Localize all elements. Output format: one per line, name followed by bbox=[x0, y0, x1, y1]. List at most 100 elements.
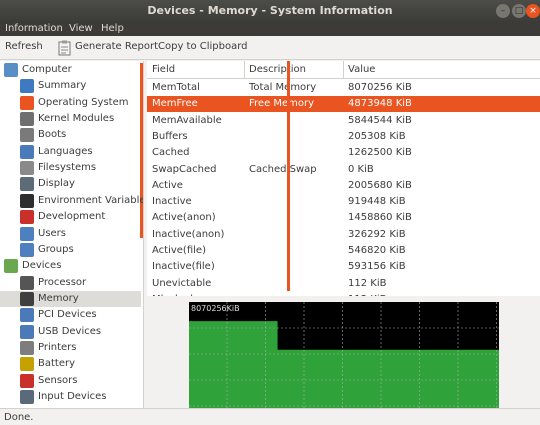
cell-field: MemFree bbox=[152, 98, 198, 110]
maximize-icon[interactable]: □ bbox=[512, 4, 526, 18]
sidebar-item-sensors[interactable]: Sensors bbox=[0, 373, 141, 389]
sidebar-item-label: Devices bbox=[22, 260, 62, 272]
sidebar-item-label: USB Devices bbox=[38, 325, 102, 337]
sidebar-item-printers[interactable]: Printers bbox=[0, 340, 141, 356]
table-scrollbar[interactable] bbox=[287, 61, 290, 291]
devices-icon bbox=[4, 259, 18, 274]
refresh-button[interactable]: Refresh bbox=[5, 41, 43, 52]
column-header-value[interactable]: Value bbox=[348, 64, 375, 75]
table-row[interactable]: Active(anon) 1458860 KiB bbox=[147, 210, 540, 226]
table-row[interactable]: MemTotal Total Memory 8070256 KiB bbox=[147, 80, 540, 96]
memory-usage-graph: 8070256KiB bbox=[189, 302, 499, 408]
cell-value: 1458860 KiB bbox=[348, 212, 412, 224]
sidebar-item-label: Display bbox=[38, 178, 75, 190]
cell-field: Buffers bbox=[152, 130, 188, 142]
menu-help[interactable]: Help bbox=[101, 22, 124, 36]
cell-field: Active(anon) bbox=[152, 212, 216, 224]
sidebar-item-kernel-modules[interactable]: Kernel Modules bbox=[0, 111, 141, 127]
sidebar-item-label: Computer bbox=[22, 64, 72, 75]
sidebar-item-languages[interactable]: Languages bbox=[0, 144, 141, 160]
column-header-field[interactable]: Field bbox=[152, 64, 175, 75]
cell-value: 4873948 KiB bbox=[348, 98, 412, 110]
cell-value: 326292 KiB bbox=[348, 228, 406, 240]
memory-usage-area bbox=[189, 321, 499, 408]
sidebar-item-summary[interactable]: Summary bbox=[0, 78, 141, 94]
cell-field: Inactive(file) bbox=[152, 261, 215, 273]
printer-icon bbox=[20, 340, 34, 355]
sidebar-item-groups[interactable]: Groups bbox=[0, 242, 141, 258]
cell-description: Cached Swap bbox=[249, 163, 317, 175]
column-header-description[interactable]: Description bbox=[249, 64, 306, 75]
table-row[interactable]: MemAvailable 5844544 KiB bbox=[147, 113, 540, 129]
table-row[interactable]: MemFree Free Memory 4873948 KiB bbox=[147, 96, 540, 113]
table-row[interactable]: Unevictable 112 KiB bbox=[147, 276, 540, 292]
sidebar-item-label: Input Devices bbox=[38, 391, 107, 402]
cell-value: 1262500 KiB bbox=[348, 147, 412, 159]
sidebar-item-users[interactable]: Users bbox=[0, 226, 141, 242]
sidebar-item-computer[interactable]: Computer bbox=[0, 62, 141, 78]
table-row[interactable]: Cached 1262500 KiB bbox=[147, 145, 540, 161]
cell-field: Active(file) bbox=[152, 245, 206, 256]
sidebar-item-label: Battery bbox=[38, 358, 76, 370]
table-row[interactable]: SwapCached Cached Swap 0 KiB bbox=[147, 162, 540, 178]
sidebar-item-display[interactable]: Display bbox=[0, 176, 141, 192]
report-icon[interactable] bbox=[58, 40, 72, 56]
battery-icon bbox=[20, 357, 34, 372]
menu-view[interactable]: View bbox=[69, 22, 93, 36]
usb-icon bbox=[20, 324, 34, 339]
sidebar-item-label: PCI Devices bbox=[38, 309, 97, 321]
title-bar: Devices - Memory - System Information – … bbox=[0, 0, 540, 22]
table-row[interactable]: Active(file) 546820 KiB bbox=[147, 243, 540, 259]
sidebar-item-label: Development bbox=[38, 211, 106, 223]
cell-value: 5844544 KiB bbox=[348, 114, 412, 126]
sidebar-item-usb-devices[interactable]: USB Devices bbox=[0, 324, 141, 340]
cell-field: Active bbox=[152, 179, 183, 191]
sidebar-item-label: Users bbox=[38, 227, 67, 239]
languages-icon bbox=[20, 144, 34, 159]
minimize-icon[interactable]: – bbox=[496, 4, 510, 18]
memory-icon bbox=[20, 291, 34, 306]
sidebar-item-label: Kernel Modules bbox=[38, 113, 115, 125]
terminal-icon bbox=[20, 193, 34, 208]
sidebar-item-memory[interactable]: Memory bbox=[0, 290, 141, 307]
sidebar-item-boots[interactable]: Boots bbox=[0, 127, 141, 143]
sidebar-tree[interactable]: Computer Summary Operating System Kernel Mo… bbox=[0, 61, 144, 408]
menu-information[interactable]: Information bbox=[5, 22, 63, 36]
sidebar-item-operating-system[interactable]: Operating System bbox=[0, 95, 141, 111]
cell-field: Inactive bbox=[152, 196, 192, 208]
sidebar-item-filesystems[interactable]: Filesystems bbox=[0, 160, 141, 176]
cell-description: Free Memory bbox=[249, 98, 315, 110]
sensor-icon bbox=[20, 373, 34, 388]
sidebar-item-label: Summary bbox=[38, 80, 87, 92]
computer-icon bbox=[4, 63, 18, 77]
sidebar-item-environment-variables[interactable]: Environment Variables bbox=[0, 193, 144, 209]
table-header: Field Description Value bbox=[147, 61, 540, 79]
generate-report-button[interactable]: Generate Report bbox=[75, 41, 158, 52]
sidebar-item-pci-devices[interactable]: PCI Devices bbox=[0, 307, 141, 323]
copy-to-clipboard-button[interactable]: Copy to Clipboard bbox=[158, 41, 248, 52]
sidebar-item-processor[interactable]: Processor bbox=[0, 275, 141, 291]
sidebar-item-label: Filesystems bbox=[38, 162, 97, 174]
cell-field: SwapCached bbox=[152, 163, 217, 175]
sidebar-item-battery[interactable]: Battery bbox=[0, 356, 141, 372]
sidebar-item-devices[interactable]: Devices bbox=[0, 258, 141, 274]
development-icon bbox=[20, 210, 34, 225]
cell-value: 919448 KiB bbox=[348, 196, 406, 208]
table-row[interactable]: Active 2005680 KiB bbox=[147, 178, 540, 194]
table-row[interactable]: Inactive(file) 593156 KiB bbox=[147, 259, 540, 275]
info-icon bbox=[20, 79, 34, 94]
sidebar-item-development[interactable]: Development bbox=[0, 209, 141, 225]
sidebar-item-label: Processor bbox=[38, 276, 87, 288]
sidebar-item-label: Environment Variables bbox=[38, 194, 144, 206]
kernel-icon bbox=[20, 112, 34, 127]
close-icon[interactable]: × bbox=[526, 4, 540, 18]
graph-max-label: 8070256KiB bbox=[191, 304, 240, 313]
table-row[interactable]: Inactive 919448 KiB bbox=[147, 194, 540, 210]
cell-value: 112 KiB bbox=[348, 277, 387, 289]
cell-field: Cached bbox=[152, 147, 190, 159]
table-row[interactable]: Buffers 205308 KiB bbox=[147, 129, 540, 145]
sidebar-item-input-devices[interactable]: Input Devices bbox=[0, 389, 141, 405]
sidebar-item-label: Memory bbox=[38, 292, 79, 304]
table-row[interactable]: Inactive(anon) 326292 KiB bbox=[147, 227, 540, 243]
cell-field: Unevictable bbox=[152, 277, 212, 289]
